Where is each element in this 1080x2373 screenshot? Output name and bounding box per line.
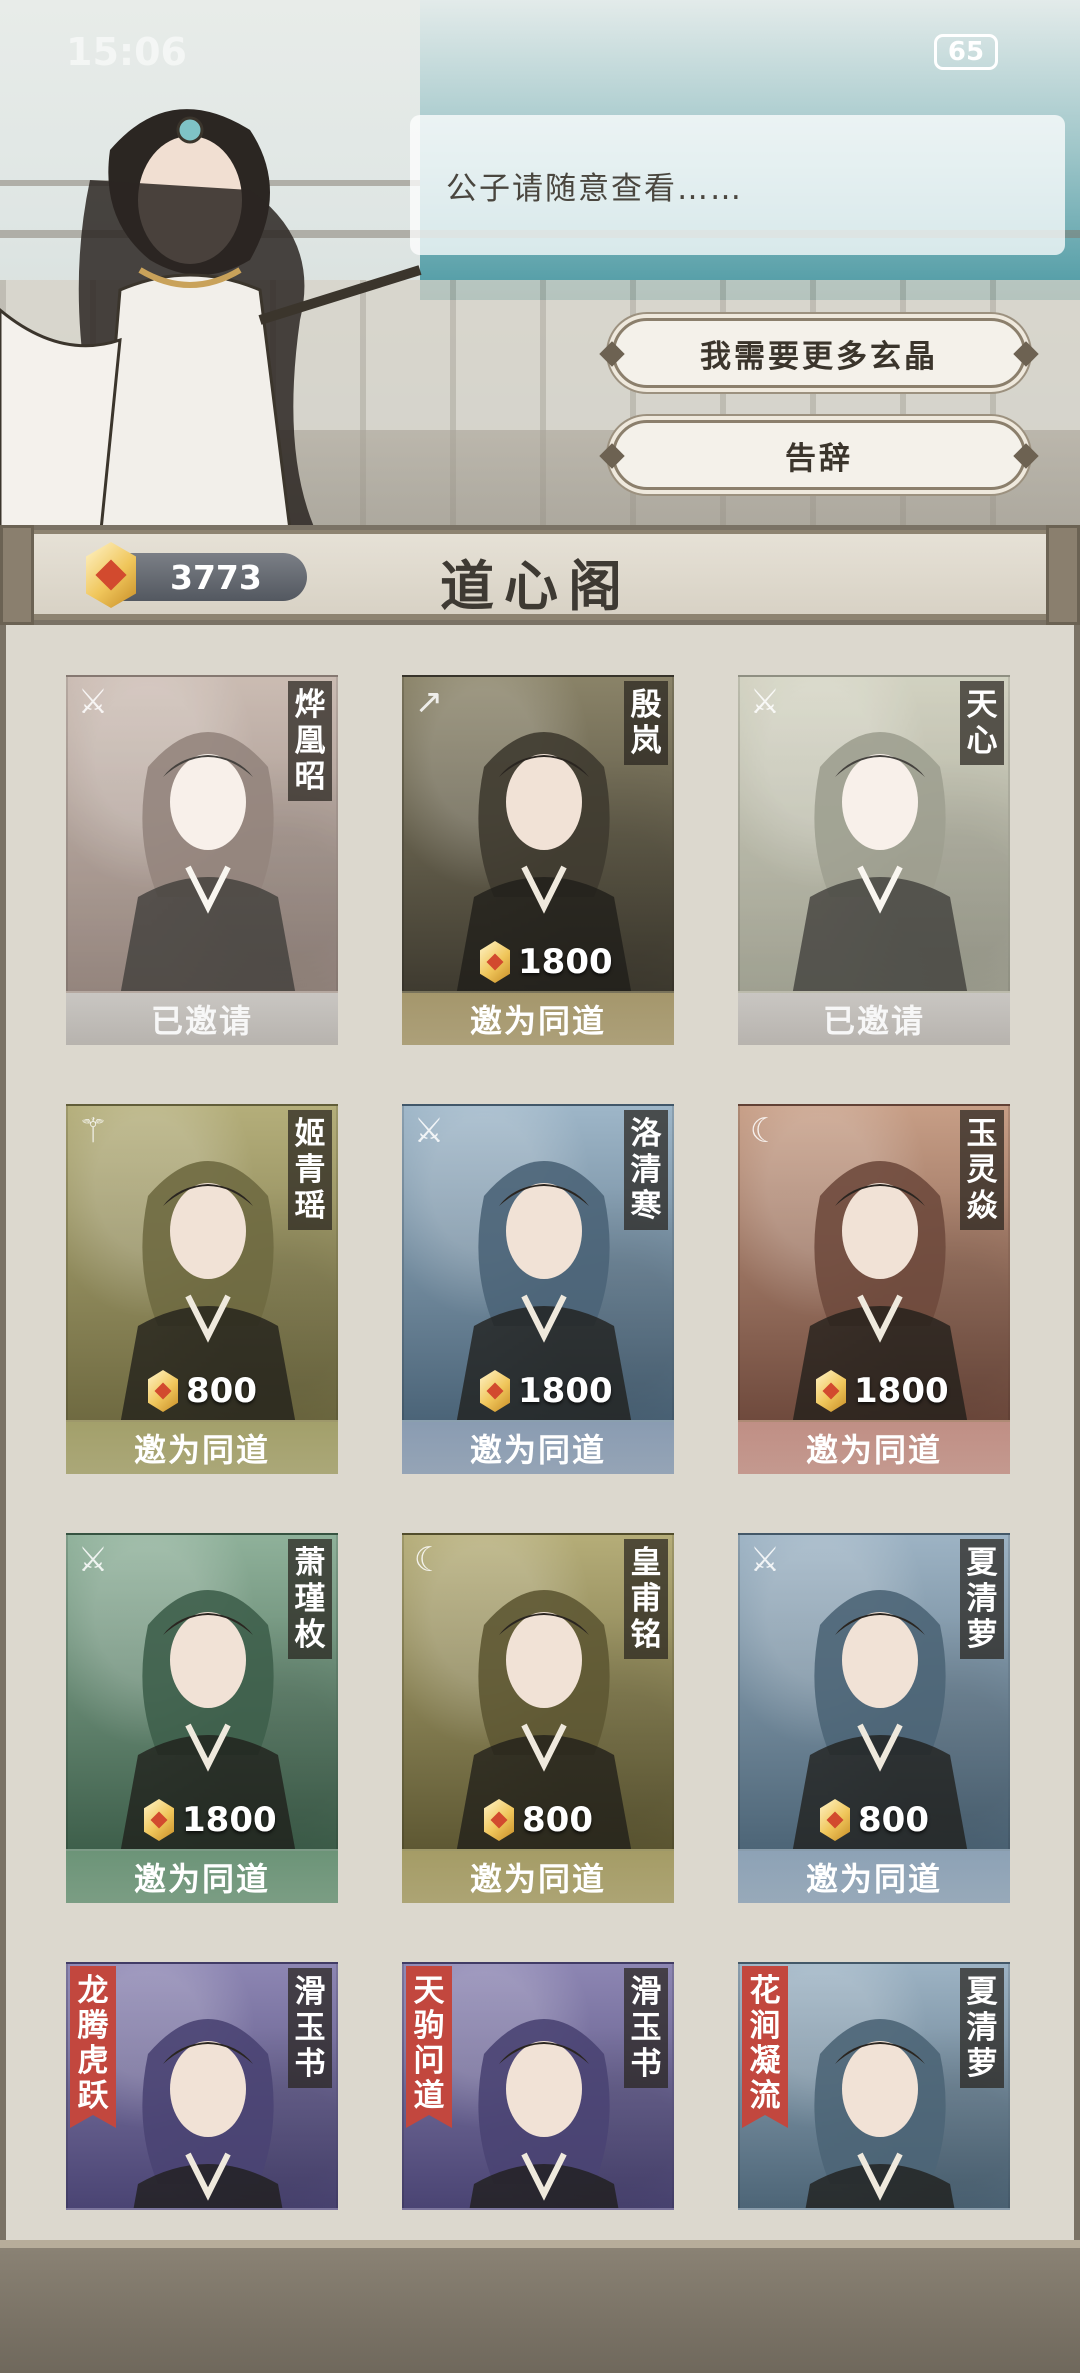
sword-icon: ⚔ [77,682,109,722]
price-value: 800 [858,1800,929,1840]
price-label: 1800 [144,1797,277,1843]
crystal-icon [480,941,510,983]
companion-card[interactable]: 滑玉书 天驹问道 [402,1962,674,2210]
character-name: 殷岚 [624,681,668,765]
invited-status: 已邀请 [738,993,1010,1045]
moon-icon: ☾ [413,1540,445,1580]
price-label: 1800 [480,1368,613,1414]
companion-card[interactable]: 洛清寒 ⚔ 1800 邀为同道 [402,1104,674,1474]
price-value: 1800 [518,942,613,982]
character-name: 姬青瑶 [288,1110,332,1230]
staff-icon: ⚚ [77,1111,109,1151]
skin-tag: 龙腾虎跃 [70,1966,116,2128]
crystal-icon [144,1799,174,1841]
companion-card[interactable]: 姬青瑶 ⚚ 800 邀为同道 [66,1104,338,1474]
crystal-icon [480,1370,510,1412]
character-name: 滑玉书 [288,1968,332,2088]
price-value: 800 [186,1371,257,1411]
sword-icon: ⚔ [77,1540,109,1580]
character-name: 玉灵焱 [960,1110,1004,1230]
price-label: 800 [148,1368,257,1414]
price-label: 1800 [480,939,613,985]
invite-button[interactable]: 邀为同道 [66,1422,338,1474]
price-value: 1800 [854,1371,949,1411]
price-value: 1800 [182,1800,277,1840]
companion-card[interactable]: 烨凰昭 ⚔ 已邀请 [66,675,338,1045]
invite-button[interactable]: 邀为同道 [402,1851,674,1903]
companion-card[interactable]: 夏清萝 ⚔ 800 邀为同道 [738,1533,1010,1903]
companion-card[interactable]: 玉灵焱 ☾ 1800 邀为同道 [738,1104,1010,1474]
invite-button[interactable]: 邀为同道 [738,1422,1010,1474]
character-name: 天心 [960,681,1004,765]
character-name: 滑玉书 [624,1968,668,2088]
price-label: 800 [484,1797,593,1843]
character-name: 洛清寒 [624,1110,668,1230]
price-value: 1800 [518,1371,613,1411]
companion-card[interactable]: 殷岚 ↗ 1800 邀为同道 [402,675,674,1045]
crystal-icon [148,1370,178,1412]
character-name: 烨凰昭 [288,681,332,801]
moon-icon: ☾ [749,1111,781,1151]
character-name: 萧瑾枚 [288,1539,332,1659]
invite-button[interactable]: 邀为同道 [738,1851,1010,1903]
sword-icon: ⚔ [749,682,781,722]
sword-icon: ⚔ [749,1540,781,1580]
price-label: 800 [820,1797,929,1843]
companion-card[interactable]: 滑玉书 龙腾虎跃 [66,1962,338,2210]
invite-button[interactable]: 邀为同道 [402,1422,674,1474]
bottom-bar [0,2240,1080,2373]
price-value: 800 [522,1800,593,1840]
character-name: 夏清萝 [960,1968,1004,2088]
spear-icon: ↗ [414,682,444,722]
skin-tag: 花涧凝流 [742,1966,788,2128]
crystal-icon [820,1799,850,1841]
companion-card[interactable]: 皇甫铭 ☾ 800 邀为同道 [402,1533,674,1903]
invited-status: 已邀请 [66,993,338,1045]
companion-card[interactable]: 夏清萝 花涧凝流 [738,1962,1010,2210]
crystal-icon [816,1370,846,1412]
price-label: 1800 [816,1368,949,1414]
character-name: 皇甫铭 [624,1539,668,1659]
skin-tag: 天驹问道 [406,1966,452,2128]
invite-button[interactable]: 邀为同道 [66,1851,338,1903]
sword-icon: ⚔ [413,1111,445,1151]
character-name: 夏清萝 [960,1539,1004,1659]
crystal-icon [484,1799,514,1841]
companion-grid: 烨凰昭 ⚔ 已邀请 殷岚 ↗ 1800 邀为同道 天心 ⚔ 已邀请 姬青瑶 ⚚ 800 邀为同道 [0,0,1080,2373]
companion-card[interactable]: 萧瑾枚 ⚔ 1800 邀为同道 [66,1533,338,1903]
invite-button[interactable]: 邀为同道 [402,993,674,1045]
companion-card[interactable]: 天心 ⚔ 已邀请 [738,675,1010,1045]
